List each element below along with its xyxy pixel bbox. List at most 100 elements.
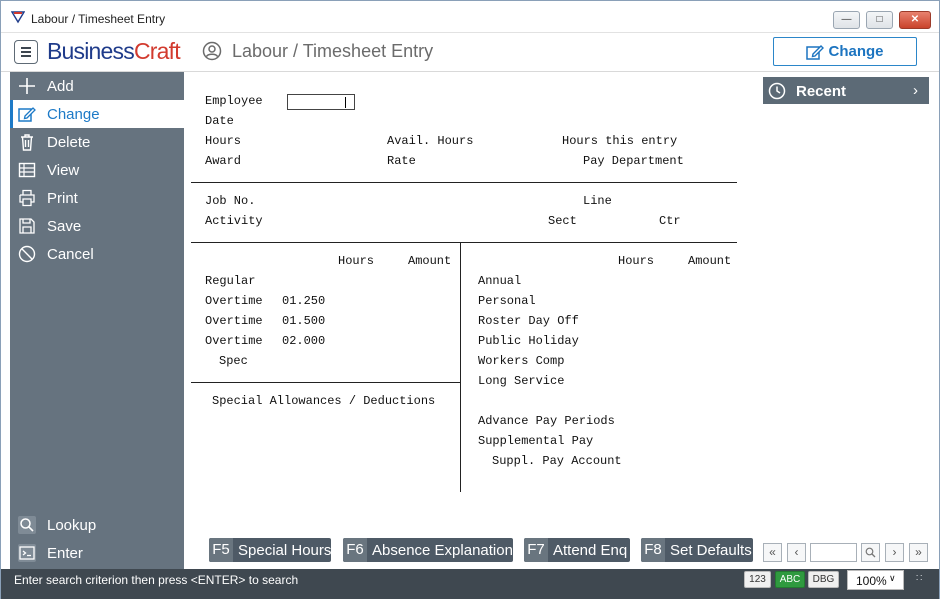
- last-page-button[interactable]: »: [909, 543, 928, 562]
- function-key-text: Attend Enq: [553, 542, 628, 559]
- section-divider: [191, 242, 737, 243]
- function-key-label: F5: [209, 538, 233, 562]
- status-message: Enter search criterion then press <ENTER…: [14, 573, 299, 587]
- text-caret: [345, 97, 346, 108]
- table-icon: [18, 162, 36, 178]
- overtime-label: Overtime: [205, 334, 263, 348]
- user-circle-icon: [202, 41, 222, 61]
- sidebar-item-label: Enter: [47, 545, 83, 562]
- edit-icon: [806, 45, 824, 60]
- search-icon: [865, 547, 876, 558]
- function-key-text: Absence Explanation: [372, 542, 513, 559]
- section-divider: [191, 382, 460, 383]
- resize-grip-icon[interactable]: ∷: [916, 573, 922, 584]
- status-bar: Enter search criterion then press <ENTER…: [1, 569, 939, 599]
- app-window: Labour / Timesheet Entry — □ ✕ BusinessC…: [0, 0, 940, 599]
- title-bar: Labour / Timesheet Entry — □ ✕: [1, 1, 939, 33]
- search-icon: [18, 516, 36, 534]
- column-divider: [460, 242, 461, 492]
- pay-department-label: Pay Department: [583, 154, 684, 168]
- special-allowances-label: Special Allowances / Deductions: [212, 394, 436, 408]
- leave-type-label: Roster Day Off: [478, 314, 579, 328]
- first-page-button[interactable]: «: [763, 543, 782, 562]
- trash-icon: [21, 134, 33, 151]
- leave-type-label: Personal: [478, 294, 536, 308]
- f6-absence-explanation-button[interactable]: F6 Absence Explanation: [343, 538, 513, 562]
- hours-column-header: Hours: [618, 254, 655, 268]
- sidebar-item-label: Change: [47, 106, 100, 123]
- close-button[interactable]: ✕: [899, 11, 931, 29]
- sidebar-item-cancel[interactable]: Cancel: [10, 240, 184, 268]
- timesheet-form: Employee Date Hours Avail. Hours Hours t…: [191, 89, 739, 499]
- chevron-down-icon: ∨: [889, 573, 896, 583]
- sidebar-item-add[interactable]: Add: [10, 72, 184, 100]
- debug-badge[interactable]: DBG: [808, 571, 839, 588]
- plus-icon: [19, 78, 35, 94]
- page-input[interactable]: [810, 543, 857, 562]
- sidebar-item-print[interactable]: Print: [10, 184, 184, 212]
- printer-icon: [19, 189, 35, 207]
- recent-label: Recent: [796, 83, 847, 100]
- amount-column-header: Amount: [688, 254, 732, 268]
- businesscraft-logo: BusinessCraft: [47, 38, 181, 64]
- minimize-button[interactable]: —: [833, 11, 860, 29]
- overtime-rate: 02.000: [282, 334, 326, 348]
- numlock-badge: 123: [744, 571, 771, 588]
- chevron-right-icon: ›: [913, 82, 918, 99]
- change-mode-button[interactable]: Change: [773, 37, 917, 66]
- businesscraft-app-icon: [11, 11, 25, 24]
- save-icon: [19, 218, 35, 234]
- employee-label: Employee: [205, 94, 263, 108]
- function-key-label: F8: [641, 538, 665, 562]
- search-page-button[interactable]: [861, 543, 880, 562]
- sidebar-item-enter[interactable]: Enter: [10, 539, 184, 567]
- next-page-button[interactable]: ›: [885, 543, 904, 562]
- sect-label: Sect: [548, 214, 577, 228]
- sidebar-item-label: Delete: [47, 134, 91, 151]
- function-key-text: Special Hours: [238, 542, 332, 559]
- section-divider: [191, 182, 737, 183]
- sidebar-item-label: Cancel: [47, 246, 94, 263]
- overtime-label: Overtime: [205, 314, 263, 328]
- award-label: Award: [205, 154, 242, 168]
- sidebar-item-delete[interactable]: Delete: [10, 128, 184, 156]
- supplemental-pay-label: Supplemental Pay: [478, 434, 594, 448]
- sidebar-item-change[interactable]: Change: [10, 100, 184, 128]
- overtime-rate: 01.250: [282, 294, 326, 308]
- zoom-select[interactable]: 100% ∨: [847, 570, 904, 590]
- previous-page-button[interactable]: ‹: [787, 543, 806, 562]
- sidebar-item-label: Add: [47, 78, 74, 95]
- f7-attend-enq-button[interactable]: F7 Attend Enq: [524, 538, 630, 562]
- sidebar-item-lookup[interactable]: Lookup: [10, 511, 184, 539]
- leave-type-label: Long Service: [478, 374, 565, 388]
- page-title: Labour / Timesheet Entry: [232, 41, 434, 61]
- suppl-pay-account-label: Suppl. Pay Account: [492, 454, 622, 468]
- f8-set-defaults-button[interactable]: F8 Set Defaults: [641, 538, 753, 562]
- function-key-label: F6: [343, 538, 367, 562]
- sidebar-item-save[interactable]: Save: [10, 212, 184, 240]
- hours-label: Hours: [205, 134, 242, 148]
- sidebar-item-label: Print: [47, 190, 78, 207]
- function-key-label: F7: [524, 538, 548, 562]
- amount-column-header: Amount: [408, 254, 452, 268]
- sidebar-item-view[interactable]: View: [10, 156, 184, 184]
- job-no-label: Job No.: [205, 194, 256, 208]
- hours-this-entry-label: Hours this entry: [562, 134, 678, 148]
- maximize-button[interactable]: □: [866, 11, 893, 29]
- leave-type-label: Public Holiday: [478, 334, 579, 348]
- f5-special-hours-button[interactable]: F5 Special Hours: [209, 538, 331, 562]
- employee-input[interactable]: [287, 94, 355, 110]
- advance-pay-periods-label: Advance Pay Periods: [478, 414, 615, 428]
- app-header: BusinessCraft Labour / Timesheet Entry C…: [1, 33, 939, 72]
- clock-icon: [768, 82, 786, 100]
- recent-panel-toggle[interactable]: Recent ›: [763, 77, 929, 104]
- sidebar: Add Change Delete View Print Save Cancel…: [10, 72, 184, 569]
- rate-label: Rate: [387, 154, 416, 168]
- line-label: Line: [583, 194, 612, 208]
- zoom-value: 100%: [856, 574, 887, 588]
- ctr-label: Ctr: [659, 214, 681, 228]
- edit-icon: [18, 107, 36, 122]
- enter-icon: [18, 544, 36, 562]
- capslock-badge: ABC: [775, 571, 805, 588]
- hamburger-menu-button[interactable]: [14, 40, 38, 64]
